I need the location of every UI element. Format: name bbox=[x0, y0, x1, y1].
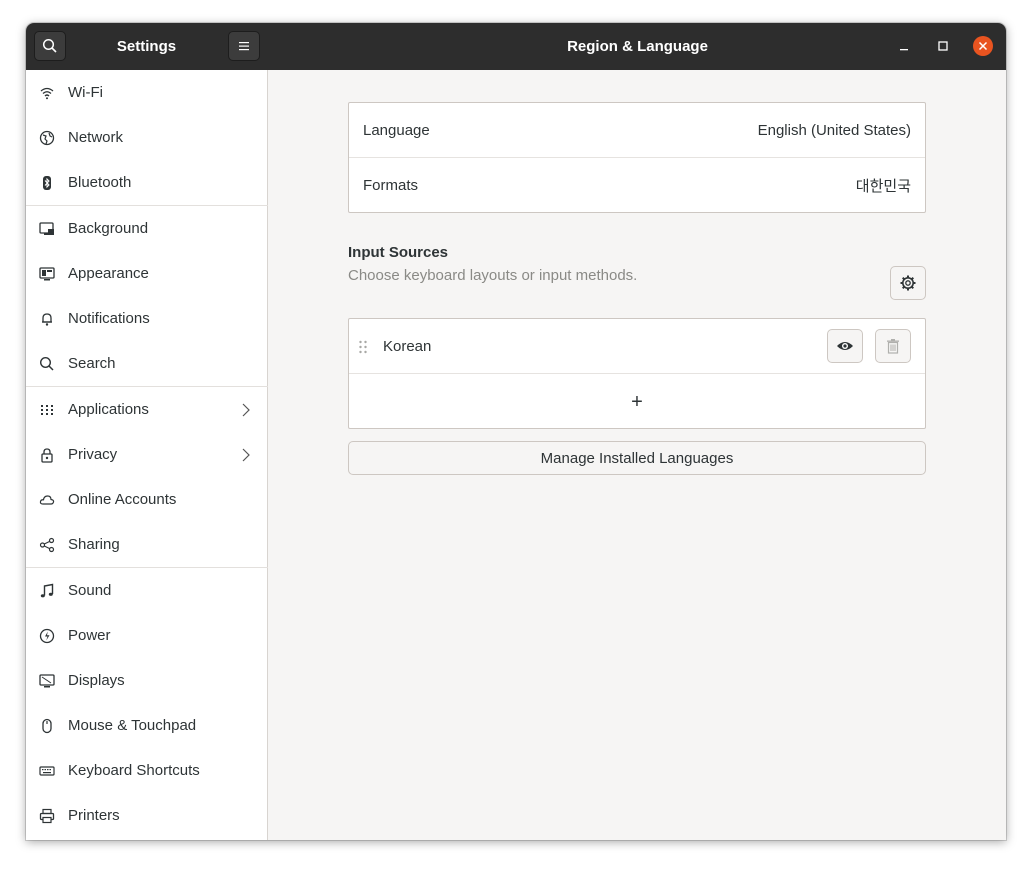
sidebar-item-sharing[interactable]: Sharing bbox=[26, 522, 268, 567]
sidebar-item-label: Appearance bbox=[68, 265, 149, 282]
language-row[interactable]: Language English (United States) bbox=[349, 103, 925, 158]
sidebar-item-label: Displays bbox=[68, 672, 125, 689]
sidebar-item-bluetooth[interactable]: Bluetooth bbox=[26, 160, 268, 205]
music-note-icon bbox=[39, 583, 55, 599]
sidebar-item-label: Privacy bbox=[68, 446, 118, 463]
minimize-button[interactable] bbox=[894, 36, 914, 56]
sidebar-item-online-accounts[interactable]: Online Accounts bbox=[26, 477, 268, 522]
wifi-icon bbox=[39, 85, 55, 101]
background-icon bbox=[39, 221, 55, 237]
sidebar-item-background[interactable]: Background bbox=[26, 206, 268, 251]
sidebar-item-label: Sharing bbox=[68, 536, 120, 553]
sidebar: Wi-Fi Network Bluetooth Background Appea… bbox=[26, 70, 268, 840]
language-value: English (United States) bbox=[757, 122, 911, 139]
keyboard-icon bbox=[39, 763, 55, 779]
region-language-panel: Language English (United States) Formats… bbox=[269, 70, 1006, 840]
sidebar-item-displays[interactable]: Displays bbox=[26, 658, 268, 703]
drag-handle-icon[interactable] bbox=[358, 339, 368, 355]
close-icon bbox=[978, 41, 988, 51]
sidebar-item-wifi[interactable]: Wi-Fi bbox=[26, 70, 268, 115]
grid-icon bbox=[39, 402, 55, 418]
sidebar-item-applications[interactable]: Applications bbox=[26, 387, 268, 432]
add-icon: + bbox=[631, 390, 643, 413]
remove-input-source-button[interactable] bbox=[875, 329, 911, 363]
sidebar-item-label: Search bbox=[68, 355, 116, 372]
sidebar-item-network[interactable]: Network bbox=[26, 115, 268, 160]
formats-row[interactable]: Formats 대한민국 bbox=[349, 158, 925, 213]
minimize-icon bbox=[900, 49, 908, 51]
sidebar-item-mouse-touchpad[interactable]: Mouse & Touchpad bbox=[26, 703, 268, 748]
chevron-right-icon bbox=[242, 448, 250, 461]
appearance-icon bbox=[39, 266, 55, 282]
add-input-source-row[interactable]: + bbox=[349, 374, 925, 429]
app-title: Settings bbox=[116, 38, 177, 55]
close-button[interactable] bbox=[973, 36, 993, 56]
input-options-button[interactable] bbox=[890, 266, 926, 300]
sidebar-item-label: Printers bbox=[68, 807, 120, 824]
header-bar: Settings Region & Language bbox=[26, 23, 1006, 70]
manage-installed-languages-button[interactable]: Manage Installed Languages bbox=[348, 441, 926, 475]
gear-icon bbox=[900, 275, 916, 291]
sidebar-item-power[interactable]: Power bbox=[26, 613, 268, 658]
trash-icon bbox=[887, 339, 899, 354]
input-source-row[interactable]: Korean bbox=[349, 319, 925, 374]
sidebar-item-keyboard-shortcuts[interactable]: Keyboard Shortcuts bbox=[26, 748, 268, 793]
input-sources-list: Korean + bbox=[348, 318, 926, 429]
power-icon bbox=[39, 628, 55, 644]
manage-button-label: Manage Installed Languages bbox=[540, 449, 734, 467]
settings-window: Settings Region & Language Wi-Fi Network… bbox=[26, 23, 1006, 840]
eye-icon bbox=[837, 342, 853, 350]
sidebar-item-label: Background bbox=[68, 220, 149, 237]
chevron-right-icon bbox=[242, 403, 250, 416]
sidebar-item-notifications[interactable]: Notifications bbox=[26, 296, 268, 341]
search-button[interactable] bbox=[34, 31, 66, 61]
sidebar-item-sound[interactable]: Sound bbox=[26, 568, 268, 613]
display-icon bbox=[39, 673, 55, 689]
input-sources-title: Input Sources bbox=[348, 244, 449, 261]
bluetooth-icon bbox=[39, 175, 55, 191]
cloud-icon bbox=[39, 492, 55, 508]
sidebar-item-label: Mouse & Touchpad bbox=[68, 717, 197, 734]
input-source-label: Korean bbox=[383, 338, 432, 355]
network-globe-icon bbox=[39, 130, 55, 146]
sidebar-item-label: Online Accounts bbox=[68, 491, 177, 508]
language-formats-box: Language English (United States) Formats… bbox=[348, 102, 926, 213]
mouse-icon bbox=[39, 718, 55, 734]
hamburger-menu-icon bbox=[239, 42, 249, 51]
sidebar-item-label: Sound bbox=[68, 582, 112, 599]
preview-layout-button[interactable] bbox=[827, 329, 863, 363]
sidebar-item-appearance[interactable]: Appearance bbox=[26, 251, 268, 296]
main-menu-button[interactable] bbox=[228, 31, 260, 61]
sidebar-item-printers[interactable]: Printers bbox=[26, 793, 268, 838]
sidebar-item-label: Power bbox=[68, 627, 111, 644]
sidebar-item-label: Bluetooth bbox=[68, 174, 132, 191]
sidebar-item-privacy[interactable]: Privacy bbox=[26, 432, 268, 477]
sidebar-item-search[interactable]: Search bbox=[26, 341, 268, 386]
sidebar-item-label: Keyboard Shortcuts bbox=[68, 762, 200, 779]
search-icon bbox=[39, 356, 55, 372]
lock-icon bbox=[39, 447, 55, 463]
sidebar-item-label: Notifications bbox=[68, 310, 150, 327]
maximize-icon bbox=[938, 41, 948, 51]
input-sources-subtitle: Choose keyboard layouts or input methods… bbox=[348, 267, 638, 284]
sidebar-item-label: Applications bbox=[68, 401, 149, 418]
maximize-button[interactable] bbox=[933, 36, 953, 56]
bell-icon bbox=[39, 311, 55, 327]
formats-label: Formats bbox=[363, 177, 419, 194]
printer-icon bbox=[39, 808, 55, 824]
share-icon bbox=[39, 537, 55, 553]
search-icon bbox=[42, 38, 57, 53]
language-label: Language bbox=[363, 122, 430, 139]
sidebar-item-label: Wi-Fi bbox=[68, 84, 103, 101]
sidebar-item-label: Network bbox=[68, 129, 124, 146]
formats-value: 대한민국 bbox=[855, 178, 911, 195]
